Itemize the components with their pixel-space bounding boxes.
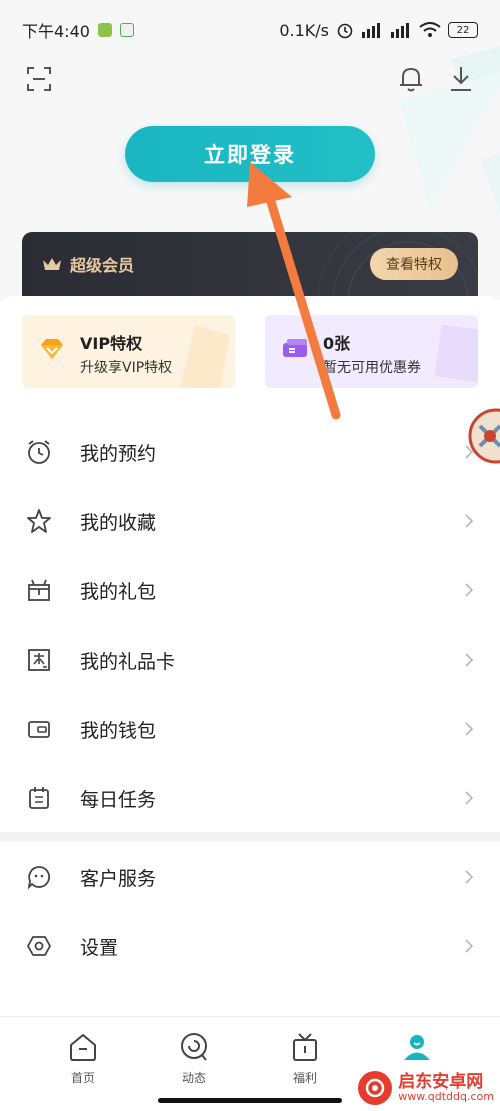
signal-icon [362, 23, 380, 38]
battery-saver-icon [119, 23, 134, 37]
view-privileges-button[interactable]: 查看特权 [370, 248, 458, 280]
coupon-count: 0张 [323, 334, 351, 353]
chevron-right-icon [465, 722, 474, 736]
coupon-icon [283, 339, 307, 357]
chevron-right-icon [465, 653, 474, 667]
vip-privilege-subtitle: 升级享VIP特权 [80, 360, 173, 376]
settings-hexagon-icon [26, 933, 52, 959]
profile-icon [404, 1035, 430, 1060]
floating-event-icon[interactable] [466, 404, 500, 468]
menu-label-favorites: 我的收藏 [80, 511, 157, 534]
super-member-bar[interactable]: 超级会员 查看特权 [22, 232, 478, 296]
chevron-right-icon [465, 583, 474, 597]
battery-icon: 22 [448, 22, 478, 38]
diamond-icon [41, 339, 63, 359]
menu-label-appointments: 我的预约 [80, 442, 157, 465]
tab-home[interactable]: 首页 [43, 1031, 123, 1086]
menu-label-gift-cards: 我的礼品卡 [80, 650, 176, 673]
star-icon [26, 508, 52, 534]
gift-tv-icon [293, 1033, 317, 1061]
home-indicator[interactable] [158, 1098, 342, 1103]
menu-item-settings[interactable]: 设置 [0, 916, 500, 976]
menu-item-wallet[interactable]: 我的钱包 [0, 699, 500, 759]
clock-icon [26, 439, 52, 465]
coupon-card-decoration [435, 324, 478, 382]
watermark-title: 启东安卓网 [398, 1071, 484, 1092]
coupon-subtitle: 暂无可用优惠券 [323, 360, 421, 376]
wifi-icon [419, 22, 441, 37]
menu-item-customer-service[interactable]: 客户服务 [0, 847, 500, 907]
site-watermark: 启东安卓网 www.qdtddq.com [358, 1071, 494, 1105]
watermark-logo-icon [358, 1071, 393, 1105]
download-icon [451, 67, 471, 91]
menu-label-settings: 设置 [80, 936, 119, 959]
status-time: 下午4:40 [22, 22, 90, 41]
calendar-icon [26, 785, 52, 811]
menu-item-favorites[interactable]: 我的收藏 [0, 491, 500, 551]
menu-item-gift-cards[interactable]: 我的礼品卡 [0, 630, 500, 690]
signal-icon-2 [391, 23, 409, 38]
home-icon [70, 1034, 96, 1061]
coupon-card[interactable]: 0张 暂无可用优惠券 [265, 315, 478, 388]
tab-welfare-label: 福利 [292, 1071, 317, 1085]
tab-welfare[interactable]: 福利 [265, 1031, 345, 1086]
wallet-icon [26, 716, 52, 742]
gift-card-icon [26, 647, 52, 673]
service-chat-icon [26, 864, 52, 890]
menu-label-gift-packs: 我的礼包 [80, 580, 157, 603]
vip-privilege-card[interactable]: VIP特权 升级享VIP特权 [22, 315, 235, 388]
tab-feed-label: 动态 [181, 1071, 206, 1085]
menu-label-customer-service: 客户服务 [80, 867, 157, 890]
alarm-icon [337, 23, 353, 39]
chevron-right-icon [465, 870, 474, 884]
vip-privilege-title: VIP特权 [80, 334, 143, 353]
scan-icon [27, 67, 51, 91]
menu-item-appointments[interactable]: 我的预约 [0, 422, 500, 482]
menu-label-daily-tasks: 每日任务 [80, 788, 157, 811]
network-speed: 0.1K/s [279, 20, 329, 40]
bell-icon [400, 67, 422, 92]
status-bar: 下午4:40 0.1K/s 22 [0, 0, 500, 60]
chevron-right-icon [465, 514, 474, 528]
scan-button[interactable] [24, 64, 54, 94]
menu-label-wallet: 我的钱包 [80, 719, 157, 742]
section-divider [0, 832, 500, 842]
tab-home-label: 首页 [70, 1071, 95, 1085]
tab-feed[interactable]: 动态 [154, 1031, 234, 1086]
menu-item-daily-tasks[interactable]: 每日任务 [0, 768, 500, 828]
download-button[interactable] [446, 64, 476, 94]
super-member-title: 超级会员 [70, 256, 135, 275]
feed-icon [181, 1033, 207, 1061]
crown-icon [43, 258, 61, 270]
notification-button[interactable] [396, 64, 426, 94]
watermark-url: www.qdtddq.com [398, 1090, 494, 1104]
vip-card-decoration [180, 325, 230, 388]
app-notification-icon [97, 23, 112, 37]
login-button[interactable]: 立即登录 [125, 126, 375, 182]
tab-profile[interactable] [377, 1031, 457, 1069]
gift-box-icon [26, 577, 52, 603]
menu-item-gift-packs[interactable]: 我的礼包 [0, 560, 500, 620]
chevron-right-icon [465, 939, 474, 953]
chevron-right-icon [465, 791, 474, 805]
